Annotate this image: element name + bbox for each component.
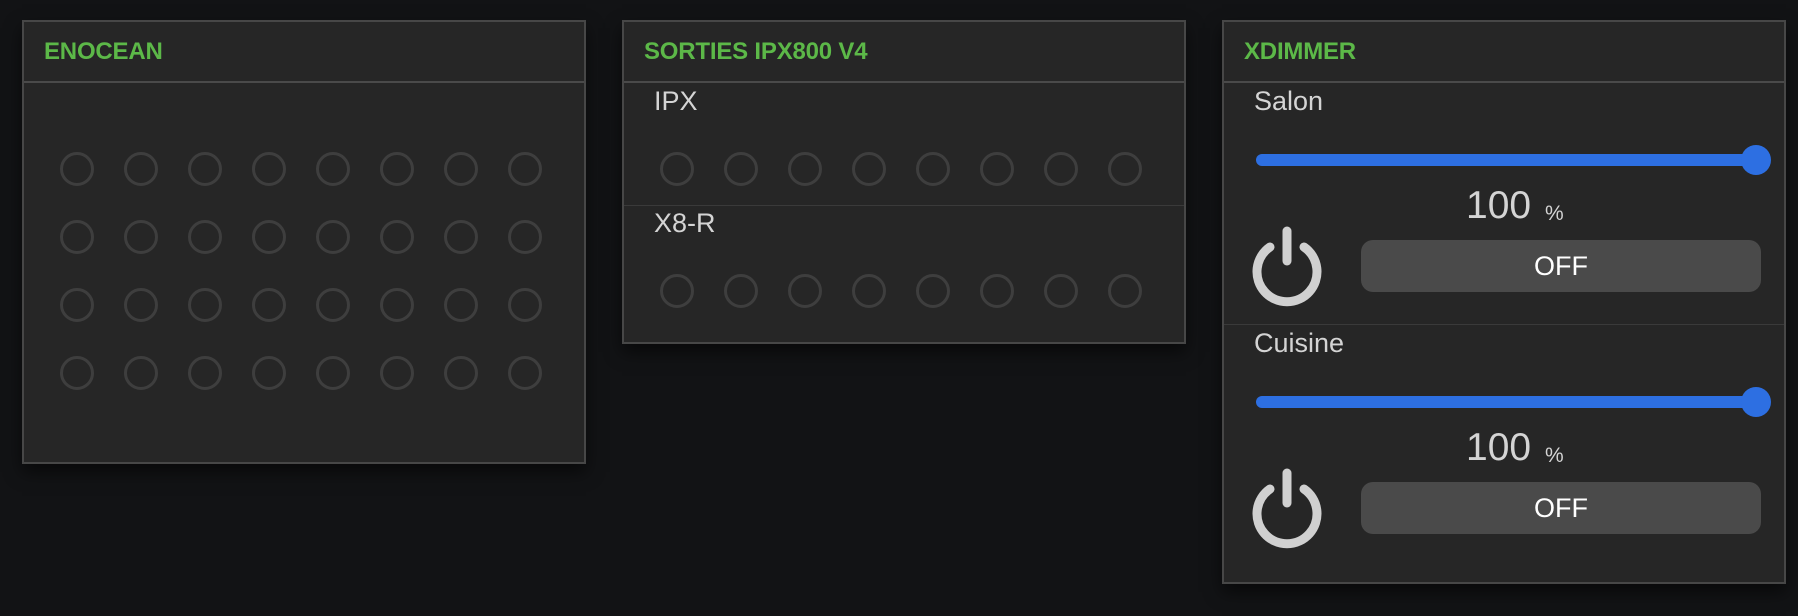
status-led <box>124 356 158 390</box>
status-led <box>124 152 158 186</box>
status-led <box>660 152 694 186</box>
channel-label-salon: Salon <box>1254 86 1324 116</box>
status-led <box>316 152 350 186</box>
status-led <box>380 288 414 322</box>
power-icon[interactable] <box>1250 467 1324 549</box>
status-led <box>660 274 694 308</box>
status-led <box>188 288 222 322</box>
status-led <box>508 288 542 322</box>
slider-thumb[interactable] <box>1741 387 1771 417</box>
card-title: ENOCEAN <box>24 22 584 83</box>
level-slider-salon[interactable] <box>1256 154 1756 166</box>
status-led <box>188 220 222 254</box>
status-led <box>252 152 286 186</box>
status-led <box>60 356 94 390</box>
status-led <box>252 288 286 322</box>
status-led <box>788 274 822 308</box>
status-led <box>188 152 222 186</box>
status-led <box>980 152 1014 186</box>
status-led <box>188 356 222 390</box>
status-led <box>1044 274 1078 308</box>
status-led <box>252 356 286 390</box>
xdimmer-card: XDIMMER Salon 100 % OFF Cuisine 100 % OF… <box>1222 20 1786 584</box>
status-led <box>1108 152 1142 186</box>
card-title: SORTIES IPX800 V4 <box>624 22 1184 83</box>
status-led <box>380 220 414 254</box>
level-slider-cuisine[interactable] <box>1256 396 1756 408</box>
group-label-x8r: X8-R <box>654 208 716 238</box>
status-led <box>60 152 94 186</box>
status-led <box>444 152 478 186</box>
status-led <box>316 356 350 390</box>
status-led <box>444 288 478 322</box>
state-button-salon[interactable]: OFF <box>1361 240 1761 292</box>
level-value-cuisine: 100 <box>1466 426 1532 469</box>
power-icon[interactable] <box>1250 225 1324 307</box>
status-led <box>852 274 886 308</box>
sorties-card: SORTIES IPX800 V4 IPX X8-R <box>622 20 1186 344</box>
channel-label-cuisine: Cuisine <box>1254 328 1345 358</box>
status-led <box>980 274 1014 308</box>
status-led <box>1044 152 1078 186</box>
level-unit-salon: % <box>1545 202 1564 225</box>
state-button-cuisine[interactable]: OFF <box>1361 482 1761 534</box>
status-led <box>852 152 886 186</box>
status-led <box>124 288 158 322</box>
divider <box>624 205 1184 206</box>
status-led <box>252 220 286 254</box>
status-led <box>316 220 350 254</box>
status-led <box>444 220 478 254</box>
status-led <box>380 152 414 186</box>
status-led <box>60 288 94 322</box>
enocean-card: ENOCEAN <box>22 20 586 464</box>
status-led <box>508 356 542 390</box>
status-led <box>724 274 758 308</box>
status-led <box>1108 274 1142 308</box>
status-led <box>916 152 950 186</box>
status-led <box>724 152 758 186</box>
status-led <box>444 356 478 390</box>
status-led <box>508 220 542 254</box>
level-value-salon: 100 <box>1466 184 1532 227</box>
level-unit-cuisine: % <box>1545 444 1564 467</box>
status-led <box>380 356 414 390</box>
group-label-ipx: IPX <box>654 86 698 116</box>
status-led <box>316 288 350 322</box>
card-title: XDIMMER <box>1224 22 1784 83</box>
status-led <box>788 152 822 186</box>
status-led <box>124 220 158 254</box>
divider <box>1224 324 1784 325</box>
slider-thumb[interactable] <box>1741 145 1771 175</box>
status-led <box>916 274 950 308</box>
status-led <box>508 152 542 186</box>
status-led <box>60 220 94 254</box>
